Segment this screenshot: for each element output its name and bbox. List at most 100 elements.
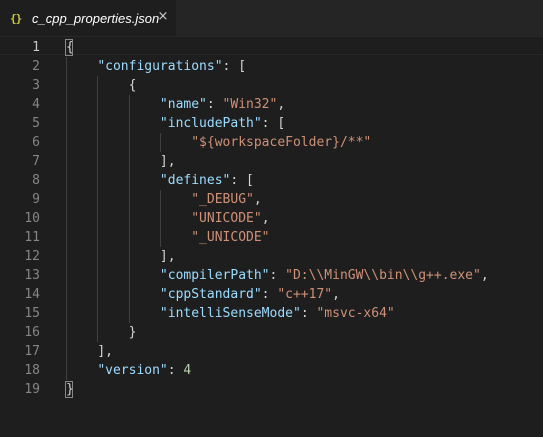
token-punctuation: ,: [277, 97, 286, 112]
code-line[interactable]: 5 "includePath": [: [0, 114, 543, 133]
code-editor[interactable]: 1{2 "configurations": [3 {4 "name": "Win…: [0, 36, 543, 437]
indent-guide: [66, 57, 67, 380]
token-punctuation: ],: [159, 249, 176, 264]
token-punctuation: ,: [261, 211, 270, 226]
line-code: "configurations": [: [66, 57, 246, 76]
token-punctuation: ],: [159, 154, 176, 169]
line-code: {: [66, 76, 137, 95]
line-number: 6: [32, 135, 40, 150]
code-line[interactable]: 12 ],: [0, 247, 543, 266]
code-line[interactable]: 16 }: [0, 323, 543, 342]
indent-guide: [129, 95, 130, 323]
line-number: 12: [24, 249, 40, 264]
line-code: ],: [66, 342, 113, 361]
line-number: 8: [32, 173, 40, 188]
line-number: 13: [24, 268, 40, 283]
tab-bar: {} c_cpp_properties.json ×: [0, 0, 543, 36]
line-number: 1: [32, 40, 40, 55]
token-punctuation: ],: [97, 344, 113, 359]
code-line[interactable]: 18 "version": 4: [0, 361, 543, 380]
close-icon[interactable]: ×: [155, 9, 171, 25]
bracket-match-highlight: [65, 39, 73, 56]
line-number: 19: [24, 382, 40, 397]
line-code: "cppStandard": "c++17",: [66, 285, 340, 304]
line-number: 5: [32, 116, 40, 131]
token-string: "${workspaceFolder}/**": [191, 135, 372, 150]
token-key: "version": [97, 363, 168, 378]
token-key: "defines": [159, 173, 231, 188]
line-code: }: [66, 323, 137, 342]
code-line[interactable]: 15 "intelliSenseMode": "msvc-x64": [0, 304, 543, 323]
line-code: "_DEBUG",: [66, 190, 262, 209]
token-punctuation: {: [128, 78, 137, 93]
token-string: "c++17": [277, 287, 333, 302]
line-code: ],: [66, 152, 176, 171]
code-line[interactable]: 7 ],: [0, 152, 543, 171]
line-number: 18: [24, 363, 40, 378]
token-key: "name": [159, 97, 207, 112]
code-line[interactable]: 4 "name": "Win32",: [0, 95, 543, 114]
tab-c-cpp-properties[interactable]: {} c_cpp_properties.json ×: [0, 0, 176, 36]
token-key: "cppStandard": [159, 287, 262, 302]
code-line[interactable]: 17 ],: [0, 342, 543, 361]
line-code: "${workspaceFolder}/**": [66, 133, 371, 152]
code-line[interactable]: 11 "_UNICODE": [0, 228, 543, 247]
token-punctuation: : [: [261, 116, 286, 131]
line-number: 11: [24, 230, 40, 245]
token-punctuation: ,: [332, 287, 340, 302]
line-code: "name": "Win32",: [66, 95, 285, 114]
line-code: "version": 4: [66, 361, 191, 380]
line-number: 9: [32, 192, 40, 207]
indent-guide: [97, 76, 98, 342]
token-key: "includePath": [159, 116, 262, 131]
token-punctuation: :: [206, 97, 223, 112]
token-key: "compilerPath": [159, 268, 270, 283]
token-punctuation: ,: [253, 192, 262, 207]
token-number: 4: [183, 363, 192, 378]
token-punctuation: :: [269, 268, 286, 283]
token-punctuation: : [: [222, 59, 247, 74]
code-line[interactable]: 10 "UNICODE",: [0, 209, 543, 228]
code-line[interactable]: 14 "cppStandard": "c++17",: [0, 285, 543, 304]
line-code: "includePath": [: [66, 114, 285, 133]
token-punctuation: :: [300, 306, 317, 321]
token-punctuation: }: [128, 325, 137, 340]
token-string: "UNICODE": [191, 211, 262, 226]
code-line[interactable]: 1{: [0, 38, 543, 57]
token-string: "_UNICODE": [191, 230, 270, 245]
line-number: 15: [24, 306, 40, 321]
code-line[interactable]: 19}: [0, 380, 543, 399]
code-line[interactable]: 8 "defines": [: [0, 171, 543, 190]
indent-guide: [160, 190, 161, 247]
token-key: "configurations": [97, 59, 223, 74]
line-number: 16: [24, 325, 40, 340]
token-string: "_DEBUG": [191, 192, 254, 207]
code-line[interactable]: 9 "_DEBUG",: [0, 190, 543, 209]
code-line[interactable]: 3 {: [0, 76, 543, 95]
line-code: "defines": [: [66, 171, 254, 190]
json-file-icon: {}: [10, 11, 22, 25]
indent-guide: [160, 133, 161, 152]
line-number: 10: [24, 211, 40, 226]
token-punctuation: :: [261, 287, 278, 302]
line-number: 3: [32, 78, 40, 93]
line-code: "intelliSenseMode": "msvc-x64": [66, 304, 395, 323]
token-key: "intelliSenseMode": [159, 306, 301, 321]
code-line[interactable]: 13 "compilerPath": "D:\\MinGW\\bin\\g++.…: [0, 266, 543, 285]
code-line[interactable]: 6 "${workspaceFolder}/**": [0, 133, 543, 152]
line-number: 14: [24, 287, 40, 302]
line-code: ],: [66, 247, 176, 266]
code-line[interactable]: 2 "configurations": [: [0, 57, 543, 76]
bracket-match-highlight: [65, 381, 73, 398]
